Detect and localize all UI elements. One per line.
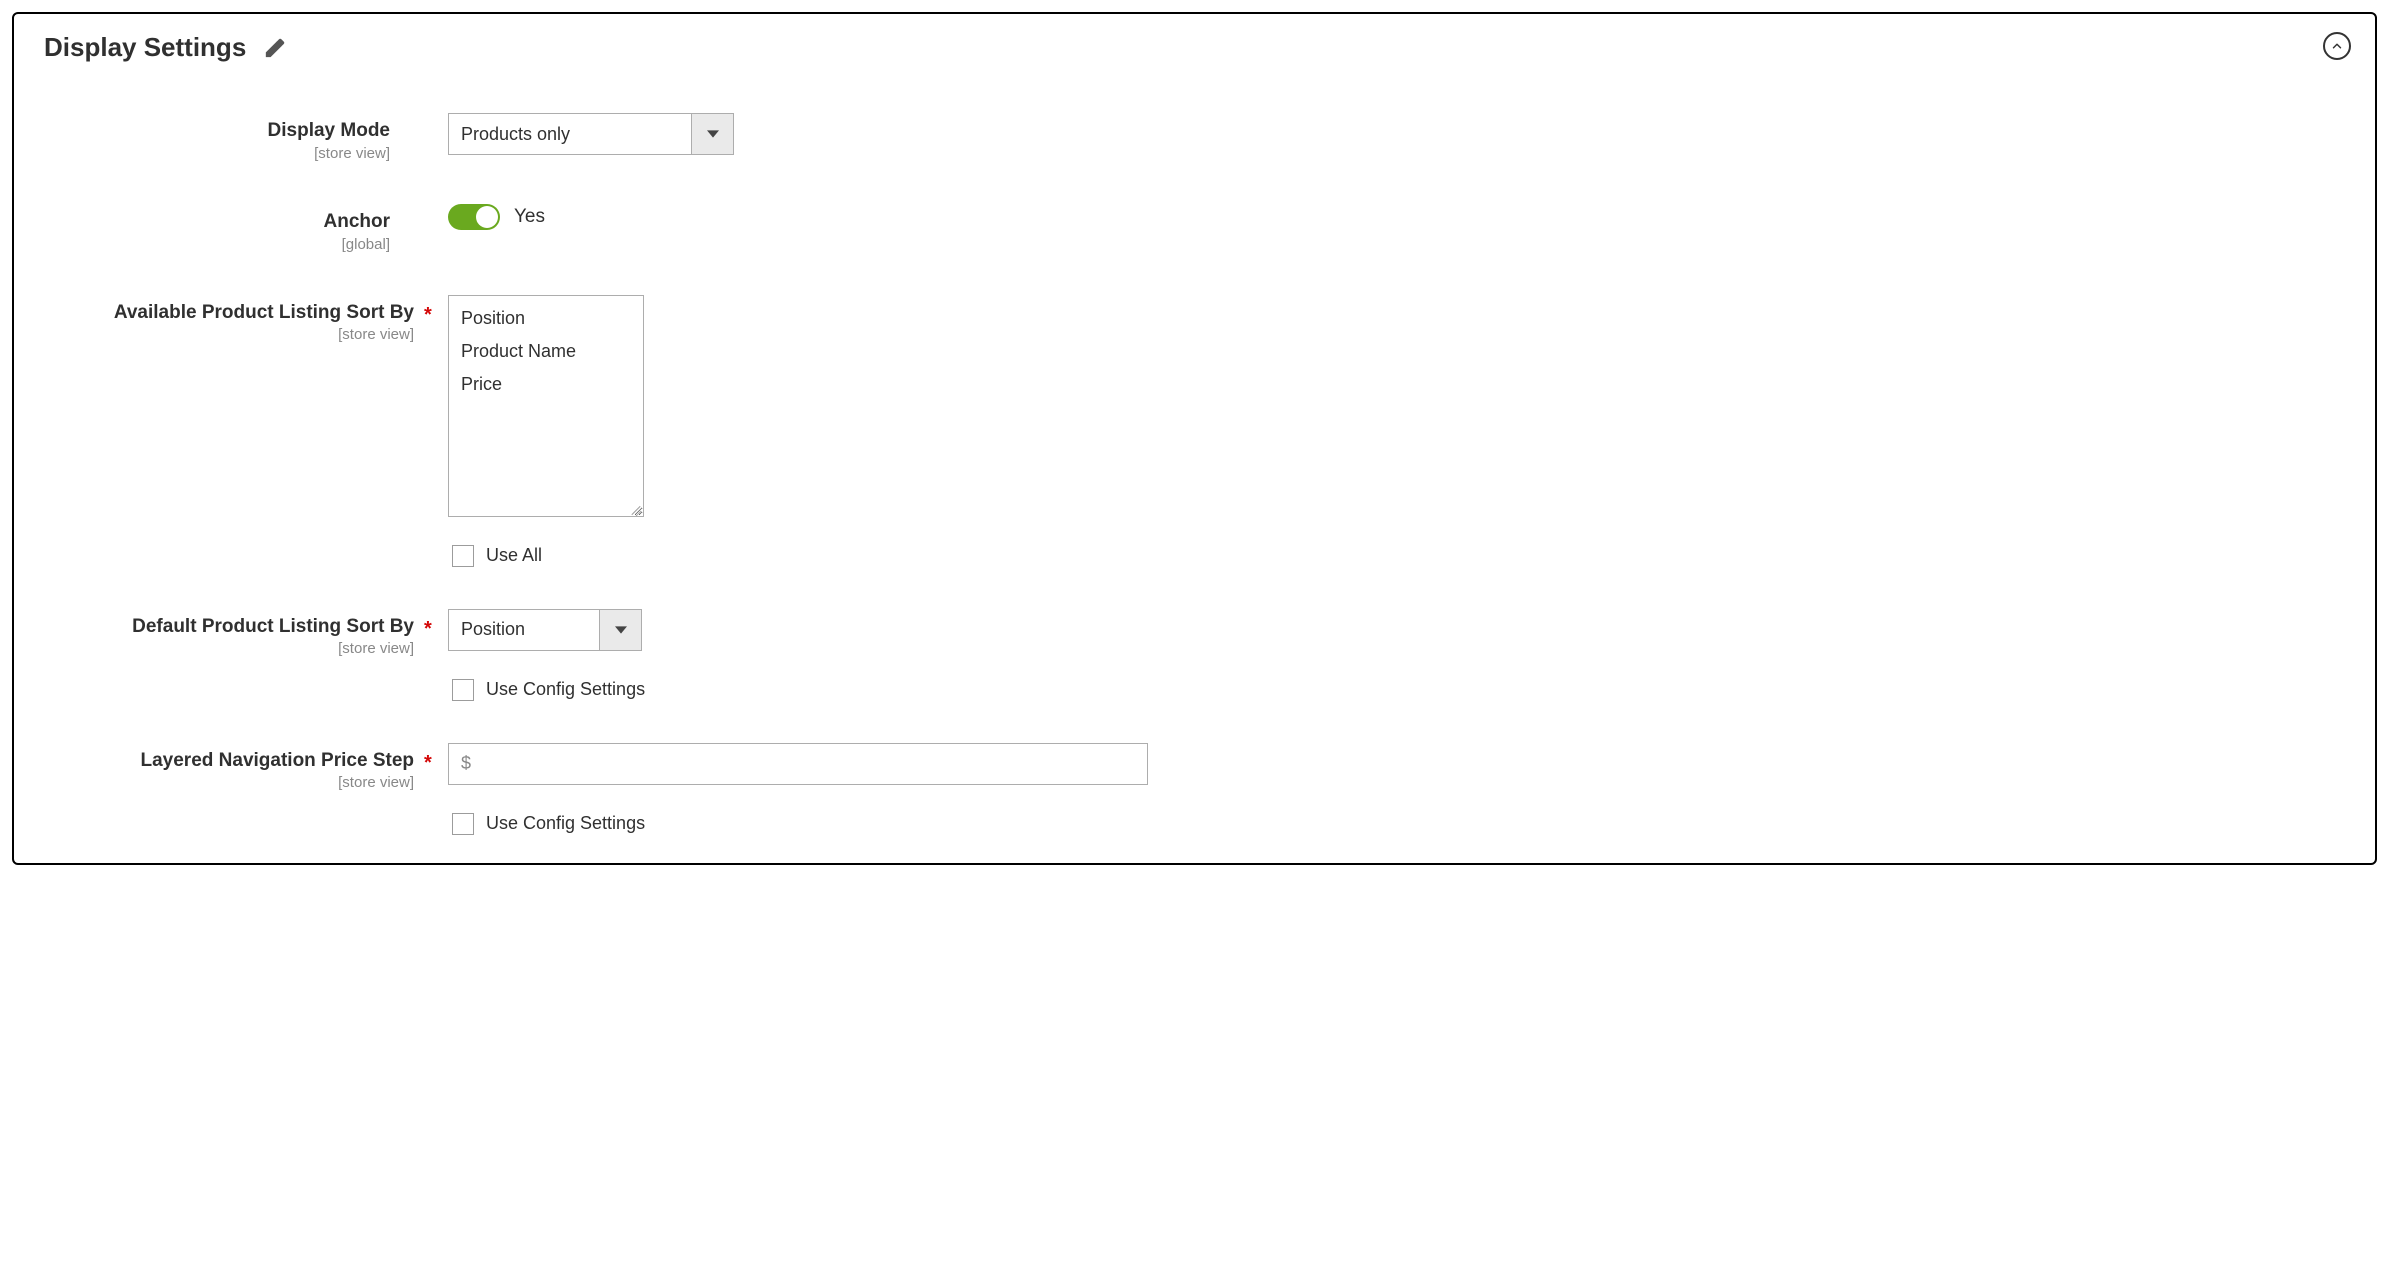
display-mode-label: Display Mode <box>44 119 390 143</box>
spacer <box>424 204 448 213</box>
display-mode-select[interactable]: Products only <box>448 113 734 155</box>
price-step-scope: [store view] <box>44 774 414 791</box>
required-asterisk: * <box>424 609 448 641</box>
anchor-toggle[interactable] <box>448 204 500 230</box>
available-sort-by-multiselect[interactable]: Position Product Name Price <box>448 295 644 517</box>
sort-option[interactable]: Product Name <box>459 335 633 368</box>
display-settings-panel: Display Settings Display Mode [store vie… <box>12 12 2377 865</box>
anchor-value-text: Yes <box>514 206 545 228</box>
anchor-toggle-row: Yes <box>448 204 545 230</box>
dropdown-icon <box>691 114 733 154</box>
chevron-up-icon <box>2330 39 2344 53</box>
available-sort-by-label: Available Product Listing Sort By <box>44 301 414 325</box>
use-all-checkbox-row[interactable]: Use All <box>452 545 542 567</box>
default-sort-by-label-col: Default Product Listing Sort By [store v… <box>44 609 424 658</box>
default-sort-use-config-checkbox[interactable] <box>452 679 474 701</box>
required-asterisk: * <box>424 295 448 327</box>
display-mode-control: Products only <box>448 113 2345 155</box>
default-sort-use-config-label: Use Config Settings <box>486 679 645 700</box>
required-asterisk: * <box>424 743 448 775</box>
use-all-label: Use All <box>486 545 542 566</box>
form-body: Display Mode [store view] Products only … <box>14 63 2375 863</box>
collapse-button[interactable] <box>2323 32 2351 60</box>
price-step-use-config-checkbox[interactable] <box>452 813 474 835</box>
display-mode-row: Display Mode [store view] Products only <box>44 113 2345 162</box>
default-sort-by-value: Position <box>449 610 599 650</box>
spacer <box>424 113 448 122</box>
anchor-label: Anchor <box>44 210 390 234</box>
currency-prefix: $ <box>461 753 471 774</box>
default-sort-use-config-row[interactable]: Use Config Settings <box>452 679 645 701</box>
panel-header: Display Settings <box>14 14 2375 63</box>
anchor-control: Yes <box>448 204 2345 230</box>
sort-option[interactable]: Price <box>459 368 633 401</box>
display-mode-label-col: Display Mode [store view] <box>44 113 424 162</box>
price-step-use-config-label: Use Config Settings <box>486 813 645 834</box>
price-step-label-col: Layered Navigation Price Step [store vie… <box>44 743 424 792</box>
display-mode-value: Products only <box>449 114 691 154</box>
available-sort-by-row: Available Product Listing Sort By [store… <box>44 295 2345 567</box>
default-sort-by-scope: [store view] <box>44 640 414 657</box>
toggle-knob <box>476 206 498 228</box>
price-step-label: Layered Navigation Price Step <box>44 749 414 773</box>
anchor-label-col: Anchor [global] <box>44 204 424 253</box>
default-sort-by-row: Default Product Listing Sort By [store v… <box>44 609 2345 701</box>
available-sort-by-scope: [store view] <box>44 326 414 343</box>
default-sort-by-control: Position Use Config Settings <box>448 609 2345 701</box>
default-sort-by-select[interactable]: Position <box>448 609 642 651</box>
resize-handle-icon[interactable] <box>629 502 643 516</box>
price-step-control: $ Use Config Settings <box>448 743 2345 835</box>
anchor-scope: [global] <box>44 236 390 253</box>
dropdown-icon <box>599 610 641 650</box>
price-step-use-config-row[interactable]: Use Config Settings <box>452 813 645 835</box>
price-step-input[interactable]: $ <box>448 743 1148 785</box>
use-all-checkbox[interactable] <box>452 545 474 567</box>
available-sort-by-label-col: Available Product Listing Sort By [store… <box>44 295 424 344</box>
edit-icon[interactable] <box>264 37 286 59</box>
available-sort-by-control: Position Product Name Price Use All <box>448 295 2345 567</box>
panel-title: Display Settings <box>44 32 246 63</box>
anchor-row: Anchor [global] Yes <box>44 204 2345 253</box>
display-mode-scope: [store view] <box>44 145 390 162</box>
price-step-row: Layered Navigation Price Step [store vie… <box>44 743 2345 835</box>
default-sort-by-label: Default Product Listing Sort By <box>44 615 414 639</box>
sort-option[interactable]: Position <box>459 302 633 335</box>
